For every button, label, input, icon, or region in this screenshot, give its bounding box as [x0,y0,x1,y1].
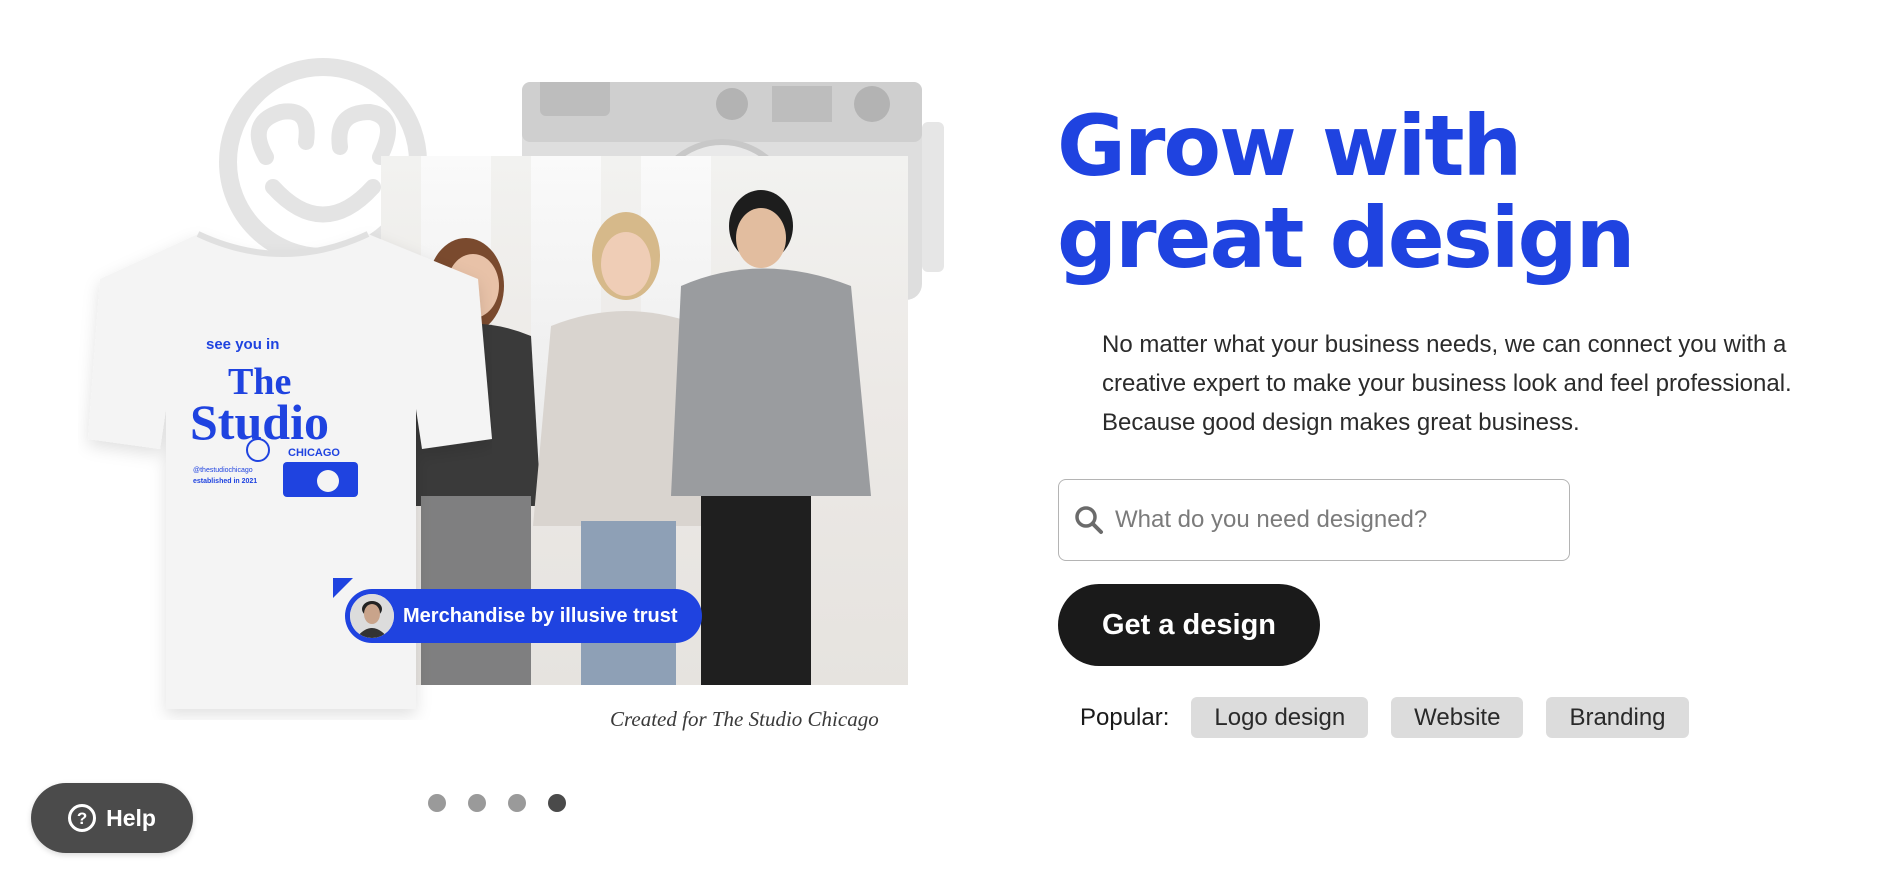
photo-caption: Created for The Studio Chicago [610,707,879,731]
tshirt-print-city: CHICAGO [288,447,340,459]
tshirt-print-established: established in 2021 [193,478,257,485]
popular-label: Popular: [1080,703,1170,731]
tag-logo-design[interactable]: Logo design [1191,697,1369,738]
search-icon [1075,506,1103,534]
merch-badge-label: Merchandise by illusive trust [403,605,678,627]
question-circle-icon: ? [68,804,97,832]
search-input[interactable] [1113,505,1569,535]
tshirt-print-handle: @thestudiochicago [193,467,253,474]
tshirt-print-studio: Studio [190,394,329,450]
carousel-dot-2[interactable] [468,794,486,812]
get-a-design-button[interactable]: Get a design [1058,584,1320,666]
hero-description: No matter what your business needs, we c… [1102,331,1792,436]
carousel-dot-4[interactable] [548,794,566,812]
carousel-dots [428,794,566,812]
page-title: Grow with great design [1057,97,1635,287]
help-label: Help [106,804,156,831]
help-button[interactable]: ? Help [31,783,193,853]
carousel-dot-1[interactable] [428,794,446,812]
tshirt-print-line1: see you in [206,336,279,353]
tag-branding[interactable]: Branding [1546,697,1689,738]
popular-tags: Popular: Logo design Website Branding [1080,697,1712,738]
badge-pointer [333,578,353,598]
tshirt-mockup: see you in The Studio CHICAGO @thestudio… [88,231,492,709]
carousel-dot-3[interactable] [508,794,526,812]
search-box[interactable] [1058,479,1570,561]
tag-website[interactable]: Website [1391,697,1524,738]
avatar [350,594,394,638]
merch-badge: Merchandise by illusive trust [345,589,702,643]
